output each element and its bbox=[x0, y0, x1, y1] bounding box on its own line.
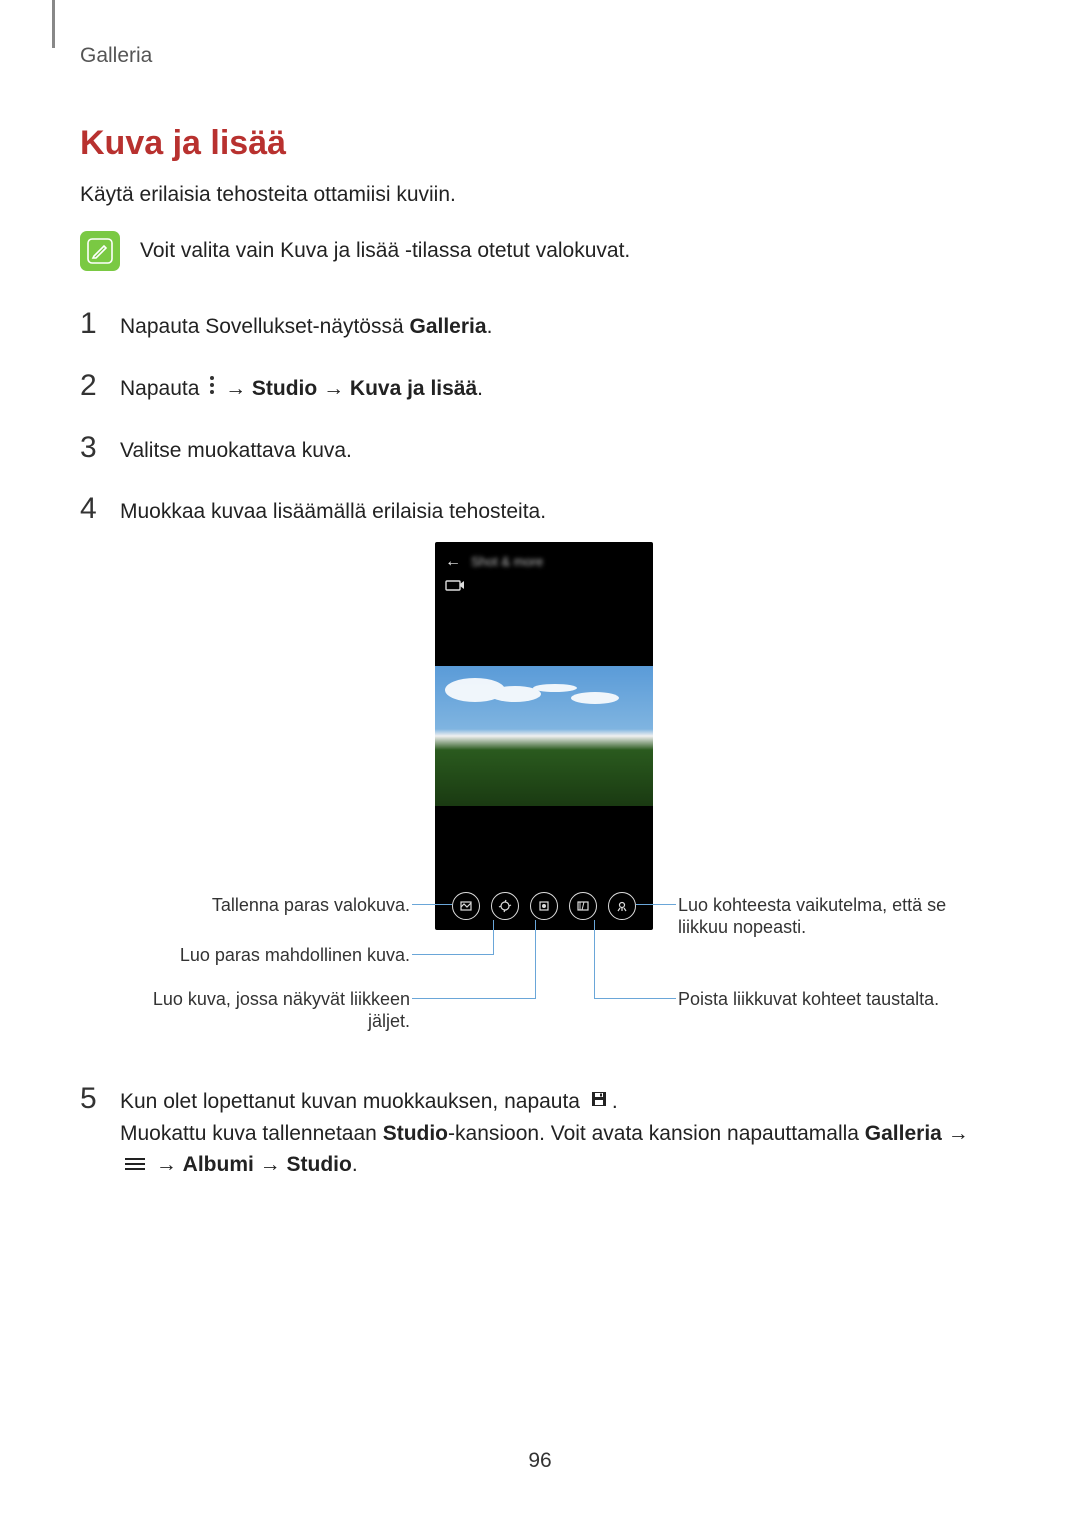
text-bold: Kuva ja lisää bbox=[350, 377, 477, 400]
step-number: 4 bbox=[80, 492, 102, 526]
step-4: 4 Muokkaa kuvaa lisäämällä erilaisia teh… bbox=[80, 492, 1000, 528]
note-block: Voit valita vain Kuva ja lisää -tilassa … bbox=[80, 231, 1000, 271]
step-body: Kun olet lopettanut kuvan muokkauksen, n… bbox=[120, 1086, 969, 1182]
phone-screenshot: ← Shot & more bbox=[435, 542, 653, 930]
text: . bbox=[487, 315, 493, 338]
text: . bbox=[612, 1090, 618, 1113]
callout-left-2: Luo paras mahdollinen kuva. bbox=[80, 944, 410, 967]
more-icon bbox=[209, 373, 215, 405]
note-icon bbox=[80, 231, 120, 271]
text-bold: Studio bbox=[252, 377, 317, 400]
effect-btn-2 bbox=[491, 892, 519, 920]
callout-right-1b: liikkuu nopeasti. bbox=[678, 916, 998, 939]
phone-bottom-buttons bbox=[435, 892, 653, 920]
section-title: Kuva ja lisää bbox=[80, 124, 1000, 163]
phone-subbar bbox=[435, 576, 653, 601]
figure: ← Shot & more Tallenna paras valokuva. L… bbox=[80, 542, 1000, 1052]
callout-left-3a: Luo kuva, jossa näkyvät liikkeen bbox=[80, 988, 410, 1011]
text: Napauta Sovellukset-näytössä bbox=[120, 315, 410, 338]
step-number: 1 bbox=[80, 307, 102, 341]
page-top-rule bbox=[52, 0, 55, 48]
menu-icon bbox=[124, 1150, 146, 1182]
step-number: 3 bbox=[80, 431, 102, 465]
callout-line bbox=[594, 998, 676, 999]
phone-actionbar: ← Shot & more bbox=[435, 542, 653, 576]
callout-vline bbox=[493, 920, 494, 954]
text-bold: Studio bbox=[383, 1122, 448, 1145]
callout-left-1: Tallenna paras valokuva. bbox=[80, 894, 410, 917]
header-breadcrumb: Galleria bbox=[80, 44, 1000, 68]
callout-line bbox=[412, 954, 494, 955]
callout-line bbox=[636, 904, 676, 905]
callout-left-3b: jäljet. bbox=[80, 1010, 410, 1033]
intro-text: Käytä erilaisia tehosteita ottamiisi kuv… bbox=[80, 183, 1000, 207]
step-body: Napauta → Studio → Kuva ja lisää. bbox=[120, 373, 483, 405]
back-arrow-icon: ← bbox=[445, 553, 461, 571]
arrow: → bbox=[219, 377, 252, 400]
arrow: → bbox=[317, 377, 350, 400]
step-number: 5 bbox=[80, 1082, 102, 1116]
text: Kun olet lopettanut kuvan muokkauksen, n… bbox=[120, 1090, 586, 1113]
text-bold: Galleria bbox=[410, 315, 487, 338]
text-bold: Galleria bbox=[865, 1122, 942, 1145]
step-number: 2 bbox=[80, 369, 102, 403]
step-3: 3 Valitse muokattava kuva. bbox=[80, 431, 1000, 467]
arrow: → bbox=[254, 1153, 287, 1176]
callout-vline bbox=[594, 920, 595, 998]
step-body: Valitse muokattava kuva. bbox=[120, 435, 352, 467]
text: . bbox=[477, 377, 483, 400]
text: -kansioon. Voit avata kansion napauttama… bbox=[448, 1122, 865, 1145]
text: Napauta bbox=[120, 377, 205, 400]
step-body: Napauta Sovellukset-näytössä Galleria. bbox=[120, 311, 492, 343]
pencil-icon bbox=[87, 238, 113, 264]
callout-line bbox=[412, 904, 452, 905]
note-text: Voit valita vain Kuva ja lisää -tilassa … bbox=[140, 239, 630, 263]
callout-line bbox=[412, 998, 536, 999]
effect-btn-1 bbox=[452, 892, 480, 920]
page-number: 96 bbox=[0, 1449, 1080, 1473]
arrow: → bbox=[150, 1153, 183, 1176]
arrow: → bbox=[942, 1122, 969, 1145]
text: . bbox=[352, 1153, 358, 1176]
step-1: 1 Napauta Sovellukset-näytössä Galleria. bbox=[80, 307, 1000, 343]
step-5: 5 Kun olet lopettanut kuvan muokkauksen,… bbox=[80, 1082, 1000, 1182]
callout-right-1a: Luo kohteesta vaikutelma, että se bbox=[678, 894, 998, 917]
effect-btn-5 bbox=[608, 892, 636, 920]
text-bold: Studio bbox=[287, 1153, 352, 1176]
step-2: 2 Napauta → Studio → Kuva ja lisää. bbox=[80, 369, 1000, 405]
cloud bbox=[445, 678, 505, 702]
text-bold: Albumi bbox=[183, 1153, 254, 1176]
effect-btn-3 bbox=[530, 892, 558, 920]
effect-btn-4 bbox=[569, 892, 597, 920]
phone-image-preview bbox=[435, 666, 653, 806]
phone-title-blur: Shot & more bbox=[471, 554, 543, 569]
text: Muokattu kuva tallennetaan bbox=[120, 1122, 383, 1145]
step-body: Muokkaa kuvaa lisäämällä erilaisia tehos… bbox=[120, 496, 546, 528]
callout-vline bbox=[535, 920, 536, 998]
mode-icon bbox=[445, 578, 465, 592]
save-icon bbox=[590, 1086, 608, 1118]
page-content: Galleria Kuva ja lisää Käytä erilaisia t… bbox=[0, 0, 1080, 1182]
callout-right-2: Poista liikkuvat kohteet taustalta. bbox=[678, 988, 998, 1011]
